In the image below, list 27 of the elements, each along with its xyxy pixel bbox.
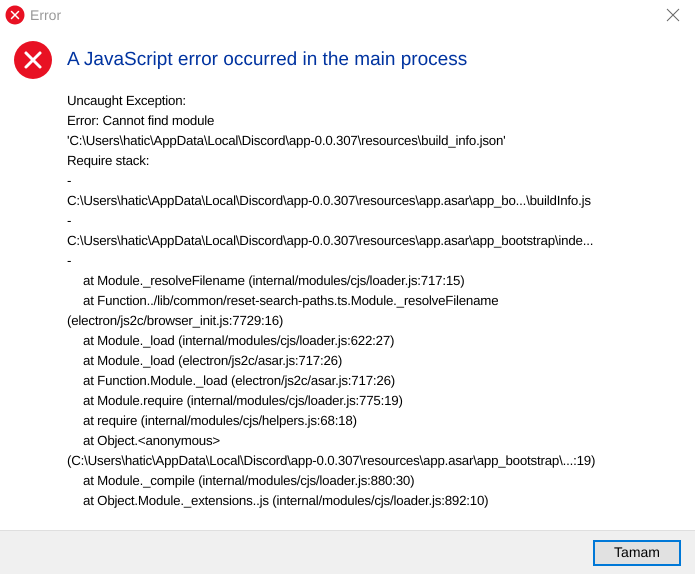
- ok-button[interactable]: Tamam: [593, 540, 681, 566]
- message-line: -: [67, 252, 72, 270]
- message-line: Uncaught Exception:: [67, 92, 187, 110]
- error-heading: A JavaScript error occurred in the main process: [67, 48, 468, 72]
- message-line: (C:\Users\hatic\AppData\Local\Discord\app-0.0.307\resources\app.asar\app_bootstrap\...:19): [67, 452, 596, 470]
- message-line: at Module._compile (internal/modules/cjs/loader.js:880:30): [82, 472, 416, 490]
- message-line: at Module._load (electron/js2c/asar.js:717:26): [82, 352, 344, 370]
- message-line: at Module.require (internal/modules/cjs/loader.js:775:19): [82, 392, 404, 410]
- message-line: -: [67, 172, 72, 190]
- message-line: (electron/js2c/browser_init.js:7729:16): [67, 312, 284, 330]
- message-line: at Object.Module._extensions..js (internal/modules/cjs/loader.js:892:10): [82, 492, 490, 510]
- error-icon: [13, 40, 53, 80]
- message-line: C:\Users\hatic\AppData\Local\Discord\app-0.0.307\resources\app.asar\app_bo...\buildInfo.js: [67, 192, 592, 210]
- message-line: at require (internal/modules/cjs/helpers.js:68:18): [82, 412, 358, 430]
- message-line: -: [67, 212, 72, 230]
- message-line: at Function../lib/common/reset-search-paths.ts.Module._resolveFilename: [82, 292, 500, 310]
- message-line: Error: Cannot find module: [67, 112, 216, 130]
- error-icon: [5, 5, 25, 25]
- close-icon: [666, 8, 680, 22]
- message-line: Require stack:: [67, 152, 150, 170]
- window-title: Error: [30, 6, 62, 24]
- message-line: C:\Users\hatic\AppData\Local\Discord\app-0.0.307\resources\app.asar\app_bootstrap\inde...: [67, 232, 594, 250]
- message-line: at Object.<anonymous>: [82, 432, 221, 450]
- message-line: at Module._resolveFilename (internal/modules/cjs/loader.js:717:15): [82, 272, 466, 290]
- message-line: at Module._load (internal/modules/cjs/loader.js:622:27): [82, 332, 396, 350]
- message-line: 'C:\Users\hatic\AppData\Local\Discord\app-0.0.307\resources\build_info.json': [67, 132, 507, 150]
- message-line: at Function.Module._load (electron/js2c/asar.js:717:26): [82, 372, 396, 390]
